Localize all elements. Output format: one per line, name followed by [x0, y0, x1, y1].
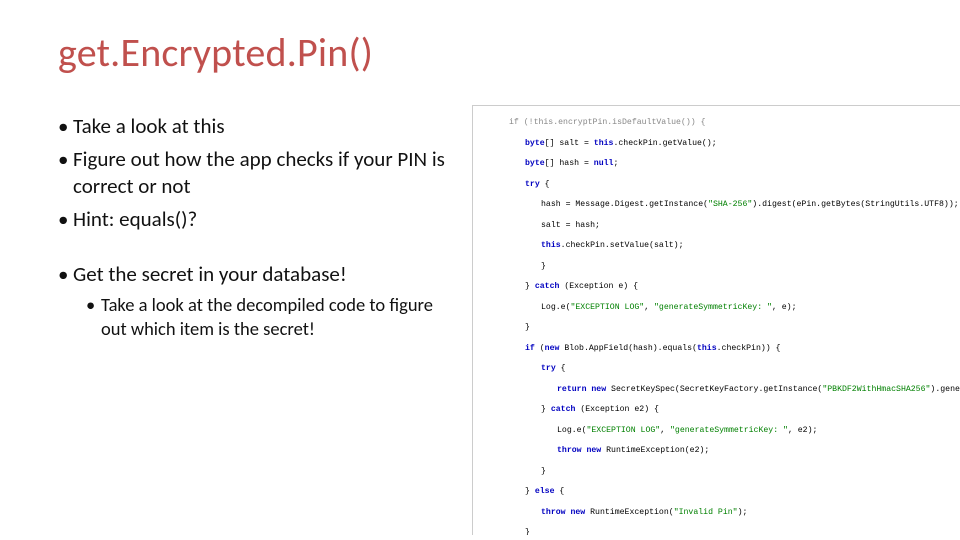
- content-row: Take a look at this Figure out how the a…: [58, 105, 960, 535]
- bullet-item: Hint: equals()?: [58, 206, 458, 233]
- code-screenshot: if (!this.encryptPin.isDefaultValue()) {…: [472, 105, 960, 535]
- bullet-item: Figure out how the app checks if your PI…: [58, 146, 458, 200]
- bullet-subitem: Take a look at the decompiled code to fi…: [86, 293, 458, 341]
- slide: get.Encrypted.Pin() Take a look at this …: [0, 0, 960, 540]
- bullet-list: Take a look at this Figure out how the a…: [58, 105, 458, 341]
- bullet-item: Get the secret in your database!: [58, 261, 458, 288]
- bullet-item: Take a look at this: [58, 113, 458, 140]
- slide-title: get.Encrypted.Pin(): [58, 28, 960, 77]
- code-line: if (!this.encryptPin.isDefaultValue()) {: [509, 118, 706, 127]
